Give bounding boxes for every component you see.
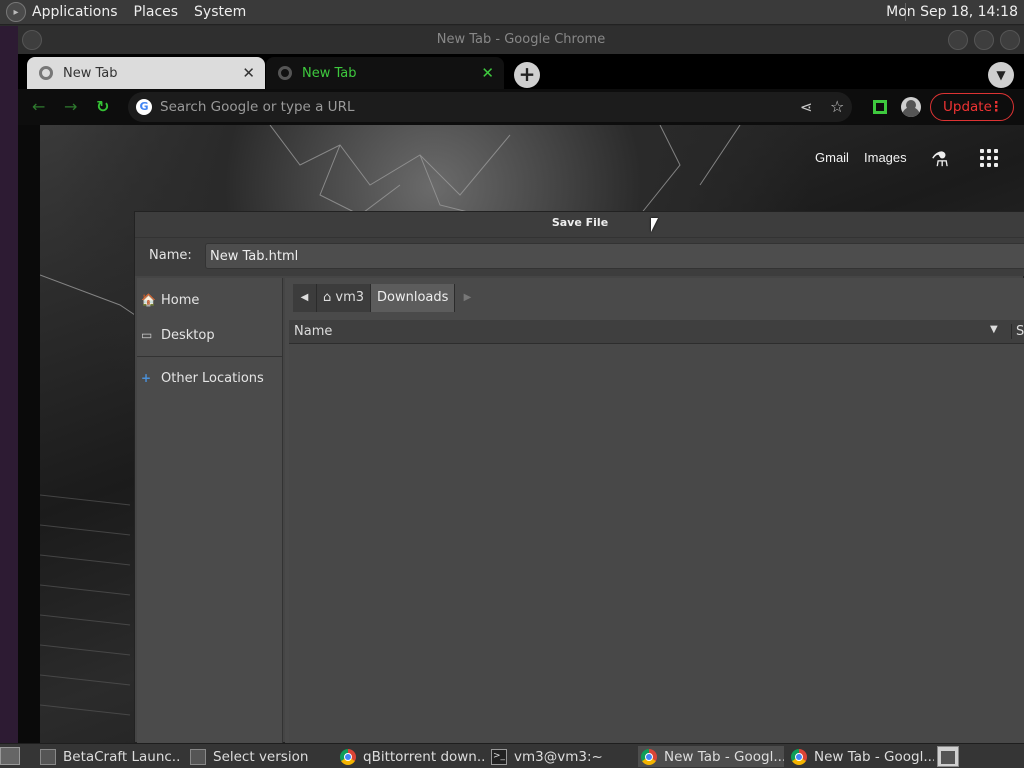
mouse-pointer-icon [651, 218, 658, 232]
filename-row: Name: [135, 238, 1024, 276]
close-tab-icon[interactable]: ✕ [242, 64, 255, 82]
name-label: Name: [149, 248, 192, 263]
taskbar-item-label: Select version [213, 748, 309, 765]
taskbar-item-label: vm3@vm3:~ [514, 748, 603, 765]
workspace-switcher[interactable] [937, 746, 959, 767]
gmail-link[interactable]: Gmail [815, 150, 849, 165]
taskbar-item-label: New Tab - Googl... [664, 748, 784, 765]
taskbar-item-qbittorrent[interactable]: qBittorrent down... [340, 746, 485, 767]
side-panel-icon[interactable] [873, 100, 887, 114]
top-panel: ▸ Applications Places System Mon Sep 18,… [0, 0, 1024, 25]
sort-descending-icon[interactable]: ▼ [990, 324, 998, 335]
maximize-button[interactable] [974, 30, 994, 50]
taskbar-item-label: New Tab - Googl... [814, 748, 934, 765]
omnibox-input[interactable] [160, 97, 760, 117]
java-icon [40, 748, 56, 765]
chrome-icon [340, 748, 356, 765]
taskbar-item-select-version[interactable]: Select version [190, 746, 330, 767]
chrome-icon [641, 748, 657, 765]
column-name-header[interactable]: Name [294, 324, 332, 339]
tab-new-tab-2[interactable]: New Tab ✕ [266, 57, 504, 89]
tab-label: New Tab [302, 65, 357, 81]
sidebar-item-desktop[interactable]: ▭ Desktop [141, 323, 215, 347]
sidebar-divider [137, 356, 283, 357]
clock[interactable]: Mon Sep 18, 14:18 [886, 4, 1018, 20]
profile-avatar-icon[interactable] [901, 97, 921, 117]
save-file-dialog: Save File Name: 🏠 Home ▭ Desktop + Other… [134, 211, 1024, 744]
tab-label: New Tab [63, 65, 118, 81]
new-tab-button[interactable]: + [514, 62, 540, 88]
taskbar-item-betacraft[interactable]: BetaCraft Launc... [40, 746, 180, 767]
google-apps-grid-icon[interactable] [980, 149, 998, 167]
chrome-favicon-icon [39, 66, 53, 80]
share-icon[interactable]: ⋖ [800, 98, 813, 116]
path-forward-chevron-icon[interactable]: ▶ [455, 284, 480, 312]
reload-icon[interactable]: ↻ [96, 97, 109, 116]
path-bar: ◀ ⌂ vm3 Downloads ▶ [293, 284, 480, 312]
column-size-header[interactable]: Si [1011, 324, 1024, 339]
tab-search-chevron-icon[interactable]: ▼ [988, 62, 1014, 88]
tab-strip: New Tab ✕ New Tab ✕ + ▼ [18, 54, 1024, 89]
places-sidebar: 🏠 Home ▭ Desktop + Other Locations [137, 278, 283, 744]
file-list-header: Name ▼ Si [289, 320, 1024, 344]
home-folder-icon: 🏠 [141, 293, 156, 307]
terminal-icon: >_ [491, 748, 507, 765]
path-back-chevron-icon[interactable]: ◀ [293, 284, 317, 312]
path-segment-downloads[interactable]: Downloads [371, 284, 456, 312]
sidebar-item-other-locations[interactable]: + Other Locations [141, 366, 264, 390]
kebab-menu-icon: ⋮ [989, 99, 1004, 115]
bottom-taskbar: BetaCraft Launc... Select version qBitto… [0, 743, 1024, 768]
window-menu-button[interactable] [22, 30, 42, 50]
sidebar-item-label: Home [161, 292, 200, 308]
bookmark-star-icon[interactable]: ☆ [830, 97, 844, 116]
taskbar-item-chrome[interactable]: New Tab - Googl... [791, 746, 934, 767]
taskbar-item-label: BetaCraft Launc... [63, 748, 180, 765]
window-title: New Tab - Google Chrome [436, 32, 606, 47]
images-link[interactable]: Images [864, 150, 907, 165]
java-icon [190, 748, 206, 765]
desktop-background [0, 26, 18, 743]
taskbar-item-chrome-active[interactable]: New Tab - Googl... [638, 746, 784, 767]
back-arrow-icon[interactable]: ← [32, 97, 45, 116]
taskbar-item-terminal[interactable]: >_ vm3@vm3:~ [491, 746, 631, 767]
path-segment-vm3[interactable]: ⌂ vm3 [317, 284, 372, 312]
filename-input[interactable] [205, 243, 1024, 269]
sidebar-item-home[interactable]: 🏠 Home [141, 288, 199, 312]
omnibox[interactable]: G ⋖ ☆ [128, 92, 852, 122]
sidebar-item-label: Desktop [161, 327, 215, 343]
labs-flask-icon[interactable]: ⚗ [931, 147, 949, 171]
window-titlebar[interactable]: New Tab - Google Chrome [18, 26, 1024, 54]
path-segment-label: vm3 [335, 290, 365, 305]
browser-toolbar: ← → ↻ G ⋖ ☆ Update ⋮ [18, 89, 1024, 125]
menu-applications[interactable]: Applications [32, 4, 118, 20]
dialog-title[interactable]: Save File [135, 212, 1024, 238]
home-folder-icon: ⌂ [323, 290, 336, 305]
tab-new-tab-1[interactable]: New Tab ✕ [27, 57, 265, 89]
file-list[interactable] [289, 344, 1024, 744]
forward-arrow-icon[interactable]: → [64, 97, 77, 116]
minimize-button[interactable] [948, 30, 968, 50]
chrome-favicon-icon [278, 66, 292, 80]
taskbar-item-label: qBittorrent down... [363, 748, 485, 765]
distro-logo-icon[interactable]: ▸ [6, 2, 26, 22]
chrome-icon [791, 748, 807, 765]
close-window-button[interactable] [1000, 30, 1020, 50]
menu-system[interactable]: System [194, 4, 246, 20]
sidebar-item-label: Other Locations [161, 370, 264, 386]
close-tab-icon[interactable]: ✕ [481, 64, 494, 82]
update-label: Update [943, 99, 992, 115]
show-desktop-icon[interactable] [0, 747, 20, 765]
update-button[interactable]: Update ⋮ [930, 93, 1014, 121]
file-browser-pane: ◀ ⌂ vm3 Downloads ▶ Name ▼ Si [285, 278, 1024, 744]
plus-icon: + [141, 371, 152, 385]
menu-places[interactable]: Places [134, 4, 179, 20]
desktop-folder-icon: ▭ [141, 328, 153, 342]
google-icon: G [136, 99, 152, 115]
